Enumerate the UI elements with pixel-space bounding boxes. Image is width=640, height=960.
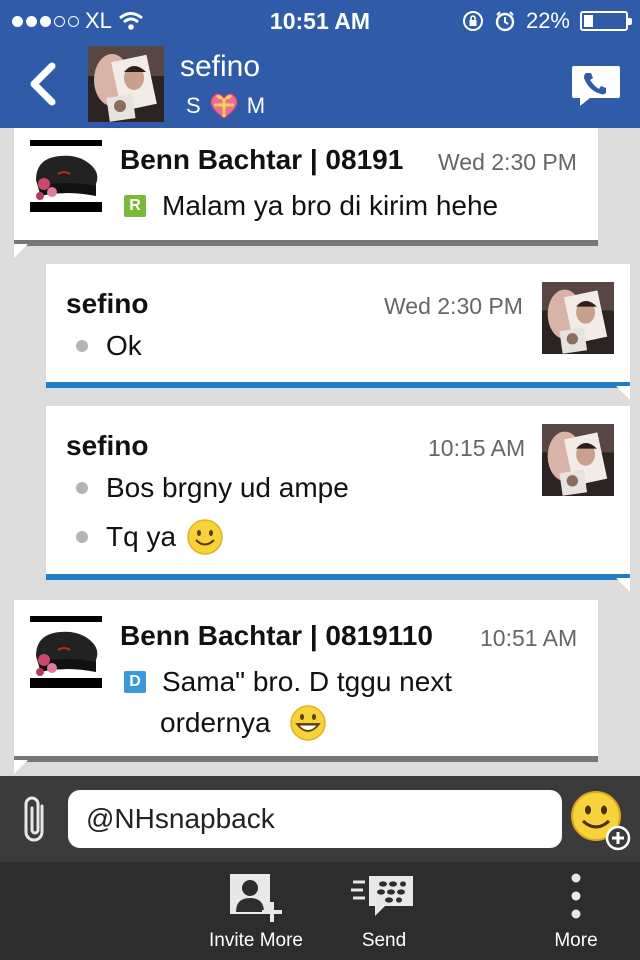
status-bar: XL 10:51 AM 22% [0,0,640,40]
message-line: Malam ya bro di kirim hehe [162,190,499,221]
message-text: R Malam ya bro di kirim hehe [124,190,498,222]
sender-avatar[interactable] [542,282,614,354]
status-right-text: M [246,93,266,118]
message-bubble-incoming[interactable]: Benn Bachtar | 08191 Wed 2:30 PM R Malam… [14,128,598,258]
read-receipt-icon: R [124,195,146,217]
message-line: Ok [106,330,142,361]
back-arrow-icon[interactable] [20,58,68,110]
message-input[interactable] [68,790,562,848]
emoji-picker-icon[interactable] [570,790,632,852]
status-right: 22% [462,8,632,34]
sender-avatar[interactable] [30,616,102,688]
chat-header: sefino S M [0,40,640,128]
delivered-dot-icon [76,531,88,543]
invite-more-label: Invite More [209,930,303,951]
alarm-icon [495,11,515,32]
bottom-toolbar: Invite More Send More [0,862,640,960]
message-line: Tq ya [106,521,177,552]
grin-emoji-icon [289,705,326,741]
message-text: Bos brgny ud ampe [76,472,349,504]
add-contact-icon [230,874,282,922]
delivered-dot-icon [76,482,88,494]
sender-name: sefino [66,430,149,461]
message-line: Sama" bro. D tggu next [162,666,453,697]
sender-avatar[interactable] [542,424,614,496]
rotation-lock-icon [462,11,483,31]
more-button[interactable]: More [540,862,612,960]
paperclip-icon[interactable] [18,792,52,846]
message-time: 10:15 AM [428,435,526,462]
message-text: Ok [76,330,142,362]
chat-area[interactable]: Benn Bachtar | 08191 Wed 2:30 PM R Malam… [0,128,640,776]
contact-name: sefino [180,50,261,83]
contact-avatar[interactable] [88,46,164,122]
message-text: D Sama" bro. D tggu next [124,666,452,698]
sender-avatar[interactable] [30,140,102,212]
message-bubble-outgoing[interactable]: sefino 10:15 AM Bos brgny ud ampe Tq ya [46,406,630,592]
message-line: Bos brgny ud ampe [106,472,349,503]
message-time: 10:51 AM [480,625,578,652]
smile-emoji-icon [187,519,223,555]
more-vertical-icon [571,873,581,919]
battery-percent: 22% [525,8,570,33]
message-line: ordernya [160,707,271,738]
heart-gift-icon [210,93,237,119]
sender-name: Benn Bachtar | 0819110 [120,620,433,651]
message-bubble-outgoing[interactable]: sefino Wed 2:30 PM Ok [46,264,630,400]
send-label: Send [361,930,407,951]
message-time: Wed 2:30 PM [438,149,577,176]
battery-icon [580,11,632,31]
message-text: Tq ya [76,518,224,556]
send-button[interactable]: Send [334,862,434,960]
delivered-dot-icon [76,340,88,352]
contact-status: S M [186,92,265,120]
more-label: More [554,930,598,951]
sender-name: Benn Bachtar | 08191 [120,144,404,175]
invite-more-button[interactable]: Invite More [196,862,316,960]
message-bubble-incoming[interactable]: Benn Bachtar | 0819110 10:51 AM D Sama" … [14,600,598,774]
phone-call-icon[interactable] [570,64,622,108]
bbm-send-icon [351,876,413,916]
message-time: Wed 2:30 PM [384,293,523,320]
message-text: ordernya [160,704,327,742]
delivered-receipt-icon: D [124,671,146,693]
status-left-text: S [186,93,201,118]
sender-name: sefino [66,288,149,319]
message-composer [0,776,640,862]
